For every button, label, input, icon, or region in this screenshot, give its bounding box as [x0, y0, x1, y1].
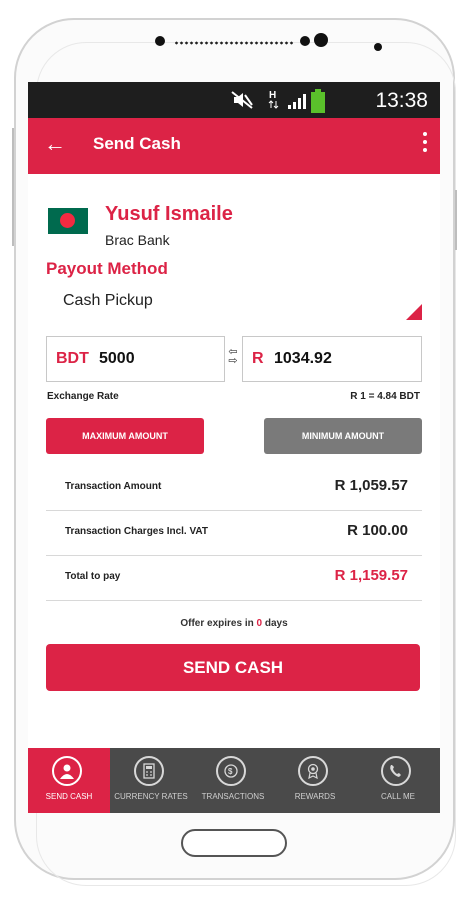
page-title: Send Cash — [93, 134, 181, 153]
total-to-pay-row: Total to pay R 1,159.57 — [46, 555, 422, 601]
network-h-icon: H — [268, 90, 279, 109]
nav-currency-rates[interactable]: CURRENCY RATES — [110, 748, 192, 813]
svg-text:$: $ — [228, 767, 233, 776]
payout-method-select[interactable]: Cash Pickup — [46, 282, 422, 324]
nav-label: SEND CASH — [45, 792, 93, 801]
send-currency: BDT — [56, 350, 89, 367]
maximum-amount-button[interactable]: MAXIMUM AMOUNT — [46, 418, 204, 454]
dropdown-triangle-icon[interactable] — [406, 304, 422, 320]
light-sensor — [314, 33, 328, 47]
bottom-navigation: SEND CASH CURRENCY RATES $ TRANSACTIONS … — [28, 748, 440, 813]
exchange-rate-value: R 1 = 4.84 BDT — [350, 391, 420, 402]
offer-expiry-text: Offer expires in 0 days — [28, 618, 440, 629]
status-bar: H 13:38 — [28, 82, 440, 118]
app-screen: H 13:38 ← Send Cash Yusuf Ismaile Brac B… — [28, 82, 440, 813]
volume-button — [12, 128, 14, 246]
proximity-sensor — [300, 36, 310, 46]
transaction-amount-row: Transaction Amount R 1,059.57 — [46, 465, 422, 511]
calculator-icon — [134, 756, 164, 786]
receive-amount-input[interactable]: R 1034.92 — [242, 336, 422, 382]
send-amount-input[interactable]: BDT 5000 — [46, 336, 225, 382]
back-arrow-icon[interactable]: ← — [44, 132, 66, 156]
nav-label: REWARDS — [294, 792, 336, 801]
swap-arrows-icon[interactable]: ⇦ ⇨ — [227, 347, 239, 368]
status-time: 13:38 — [375, 89, 428, 112]
bangladesh-flag-icon — [48, 208, 88, 234]
offer-suffix: days — [262, 618, 288, 629]
minimum-amount-button[interactable]: MINIMUM AMOUNT — [264, 418, 422, 454]
send-cash-icon — [52, 756, 82, 786]
receive-amount-value: 1034.92 — [274, 350, 332, 367]
mute-icon — [231, 91, 253, 109]
signal-icon — [288, 94, 306, 109]
more-options-icon[interactable] — [422, 132, 428, 156]
sensor-dot — [374, 43, 382, 51]
nav-label: TRANSACTIONS — [201, 792, 265, 801]
phone-icon — [381, 756, 411, 786]
payout-method-value: Cash Pickup — [63, 292, 153, 309]
exchange-rate-label: Exchange Rate — [47, 391, 119, 402]
receive-currency: R — [252, 350, 264, 367]
nav-transactions[interactable]: $ TRANSACTIONS — [192, 748, 274, 813]
home-button[interactable] — [181, 829, 287, 857]
battery-icon — [311, 89, 325, 113]
nav-rewards[interactable]: REWARDS — [274, 748, 356, 813]
payout-method-label: Payout Method — [46, 259, 168, 278]
nav-call-me[interactable]: CALL ME — [356, 748, 440, 813]
svg-text:H: H — [269, 90, 276, 101]
transaction-amount-value: R 1,059.57 — [334, 477, 408, 494]
front-camera — [155, 36, 165, 46]
recipient-bank: Brac Bank — [105, 232, 170, 248]
total-to-pay-value: R 1,159.57 — [334, 567, 408, 584]
transactions-icon: $ — [216, 756, 246, 786]
send-cash-button[interactable]: SEND CASH — [46, 644, 420, 691]
earpiece-speaker — [174, 40, 294, 46]
power-button — [455, 190, 457, 250]
nav-label: CALL ME — [381, 792, 415, 801]
total-to-pay-label: Total to pay — [65, 571, 121, 582]
offer-prefix: Offer expires in — [180, 618, 257, 629]
transaction-charges-label: Transaction Charges Incl. VAT — [65, 526, 208, 537]
recipient-name: Yusuf Ismaile — [105, 203, 233, 225]
transaction-amount-label: Transaction Amount — [65, 481, 162, 492]
rewards-icon — [298, 756, 328, 786]
transaction-charges-value: R 100.00 — [347, 522, 408, 539]
send-amount-value: 5000 — [99, 350, 135, 367]
nav-label: CURRENCY RATES — [114, 792, 188, 801]
nav-send-cash[interactable]: SEND CASH — [28, 748, 110, 813]
transaction-charges-row: Transaction Charges Incl. VAT R 100.00 — [46, 510, 422, 556]
app-bar: ← Send Cash — [28, 118, 440, 174]
